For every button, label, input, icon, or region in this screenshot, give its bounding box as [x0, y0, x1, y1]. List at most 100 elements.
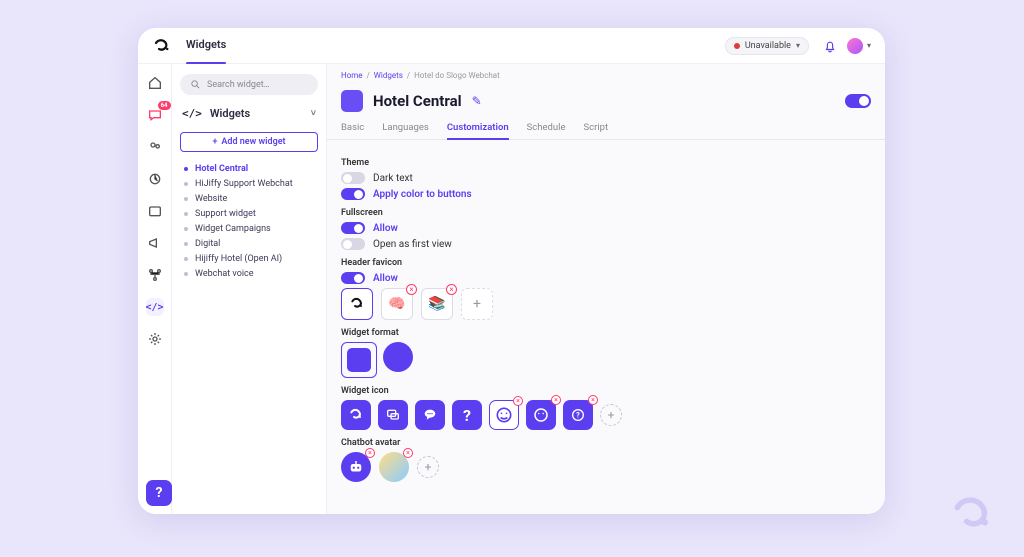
notifications-icon[interactable] [823, 39, 837, 53]
main-content: Home / Widgets / Hotel do Slogo Webchat … [327, 64, 885, 514]
widget-icon-option[interactable]: × [526, 400, 556, 430]
search-icon [190, 79, 201, 90]
availability-dropdown[interactable]: Unavailable ▾ [725, 37, 809, 55]
rail-inbox-icon[interactable]: 64 [146, 106, 164, 124]
question-mark-icon: ? [463, 406, 471, 425]
format-square[interactable] [341, 342, 377, 378]
customization-panel: Theme Dark text Apply color to buttons F… [327, 140, 885, 514]
chevron-down-icon: ▾ [796, 41, 800, 50]
widget-icon-option[interactable]: ? [452, 400, 482, 430]
label-open-first: Open as first view [373, 239, 452, 250]
label-dark-text: Dark text [373, 173, 413, 184]
top-tab-widgets[interactable]: Widgets [186, 38, 226, 53]
sidebar-section-header[interactable]: </> Widgets ˅ [180, 103, 318, 124]
remove-icon[interactable]: × [403, 448, 413, 458]
sidebar-section-title: Widgets [210, 107, 250, 120]
toggle-apply-color[interactable] [341, 188, 365, 200]
sidebar-widget-item[interactable]: Hotel Central [184, 164, 318, 174]
edit-icon[interactable]: ✎ [472, 94, 482, 108]
search-input[interactable]: Search widget… [180, 74, 318, 95]
custom-face-icon [532, 406, 550, 424]
rail-calendar-icon[interactable] [146, 202, 164, 220]
help-icon: ? [156, 485, 163, 501]
section-label-format: Widget format [341, 328, 871, 338]
widget-icon-option[interactable]: ×? [563, 400, 593, 430]
tab-script[interactable]: Script [583, 122, 608, 139]
breadcrumb-home[interactable]: Home [341, 71, 363, 80]
rail-contacts-icon[interactable] [146, 138, 164, 156]
user-avatar[interactable] [847, 38, 863, 54]
speech-dots-icon [422, 407, 438, 423]
sidebar-widget-item[interactable]: HiJiffy Support Webchat [184, 179, 318, 189]
breadcrumb-current: Hotel do Slogo Webchat [414, 71, 500, 80]
rail-analytics-icon[interactable] [146, 170, 164, 188]
favicon-option[interactable]: ×📚 [421, 288, 453, 320]
code-icon: </> [182, 107, 202, 120]
rail-settings-icon[interactable] [146, 330, 164, 348]
rail-home-icon[interactable] [146, 74, 164, 92]
add-widget-label: Add new widget [221, 137, 285, 147]
section-label-fullscreen: Fullscreen [341, 208, 871, 218]
avatar-add[interactable]: + [417, 456, 439, 478]
brand-swirl-icon [348, 407, 364, 423]
tab-schedule[interactable]: Schedule [527, 122, 566, 139]
favicon-emoji-icon: 🧠 [388, 296, 405, 312]
tabs: Basic Languages Customization Schedule S… [327, 116, 885, 140]
toggle-dark-text[interactable] [341, 172, 365, 184]
sidebar-widget-item[interactable]: Support widget [184, 209, 318, 219]
help-fab[interactable]: ? [146, 480, 172, 506]
sidebar-widget-item[interactable]: Digital [184, 239, 318, 249]
remove-icon[interactable]: × [513, 396, 523, 406]
label-fullscreen-allow: Allow [373, 223, 398, 234]
rail-flows-icon[interactable] [146, 266, 164, 284]
widget-icon-option[interactable] [341, 400, 371, 430]
format-circle[interactable] [383, 342, 413, 372]
widget-icon-option[interactable] [415, 400, 445, 430]
avatar-option[interactable]: × [379, 452, 409, 482]
brand-logo-icon [152, 36, 172, 56]
favicon-option[interactable] [341, 288, 373, 320]
widget-icon-option[interactable] [378, 400, 408, 430]
remove-icon[interactable]: × [365, 448, 375, 458]
avatar-option[interactable]: × [341, 452, 371, 482]
chevron-down-icon[interactable]: ▾ [867, 41, 871, 50]
sidebar-widget-item[interactable]: Widget Campaigns [184, 224, 318, 234]
breadcrumb-widgets[interactable]: Widgets [374, 71, 403, 80]
toggle-open-first[interactable] [341, 238, 365, 250]
remove-icon[interactable]: × [446, 284, 457, 295]
status-label: Unavailable [745, 41, 791, 51]
toggle-favicon-allow[interactable] [341, 272, 365, 284]
favicon-option[interactable]: ×🧠 [381, 288, 413, 320]
favicon-add[interactable]: + [461, 288, 493, 320]
label-favicon-allow: Allow [373, 273, 398, 284]
brand-swirl-icon [349, 296, 365, 312]
widget-icon-add[interactable]: + [600, 404, 622, 426]
favicon-emoji-icon: 📚 [428, 296, 445, 312]
add-widget-button[interactable]: + Add new widget [180, 132, 318, 152]
section-label-favicon: Header favicon [341, 258, 871, 268]
sidebar-widget-item[interactable]: Website [184, 194, 318, 204]
plus-icon: + [212, 137, 217, 147]
rail-campaigns-icon[interactable] [146, 234, 164, 252]
page-header: Hotel Central ✎ [327, 80, 885, 116]
tab-languages[interactable]: Languages [382, 122, 429, 139]
sidebar-widget-item[interactable]: Webchat voice [184, 269, 318, 279]
search-placeholder: Search widget… [207, 80, 270, 90]
notification-badge: 64 [158, 101, 171, 110]
breadcrumb: Home / Widgets / Hotel do Slogo Webchat [327, 64, 885, 80]
widget-enabled-toggle[interactable] [845, 94, 871, 108]
widget-icon-option[interactable]: × [489, 400, 519, 430]
remove-icon[interactable]: × [551, 395, 561, 405]
rail-widgets-icon[interactable]: </> [146, 298, 164, 316]
section-label-theme: Theme [341, 158, 871, 168]
tab-customization[interactable]: Customization [447, 122, 509, 139]
topbar: Widgets Unavailable ▾ ▾ [138, 28, 885, 64]
remove-icon[interactable]: × [588, 395, 598, 405]
widget-color-swatch[interactable] [341, 90, 363, 112]
status-dot-icon [734, 43, 740, 49]
toggle-fullscreen-allow[interactable] [341, 222, 365, 234]
tab-basic[interactable]: Basic [341, 122, 364, 139]
sidebar-widget-item[interactable]: Hijiffy Hotel (Open AI) [184, 254, 318, 264]
watermark-logo-icon [950, 493, 994, 537]
remove-icon[interactable]: × [406, 284, 417, 295]
